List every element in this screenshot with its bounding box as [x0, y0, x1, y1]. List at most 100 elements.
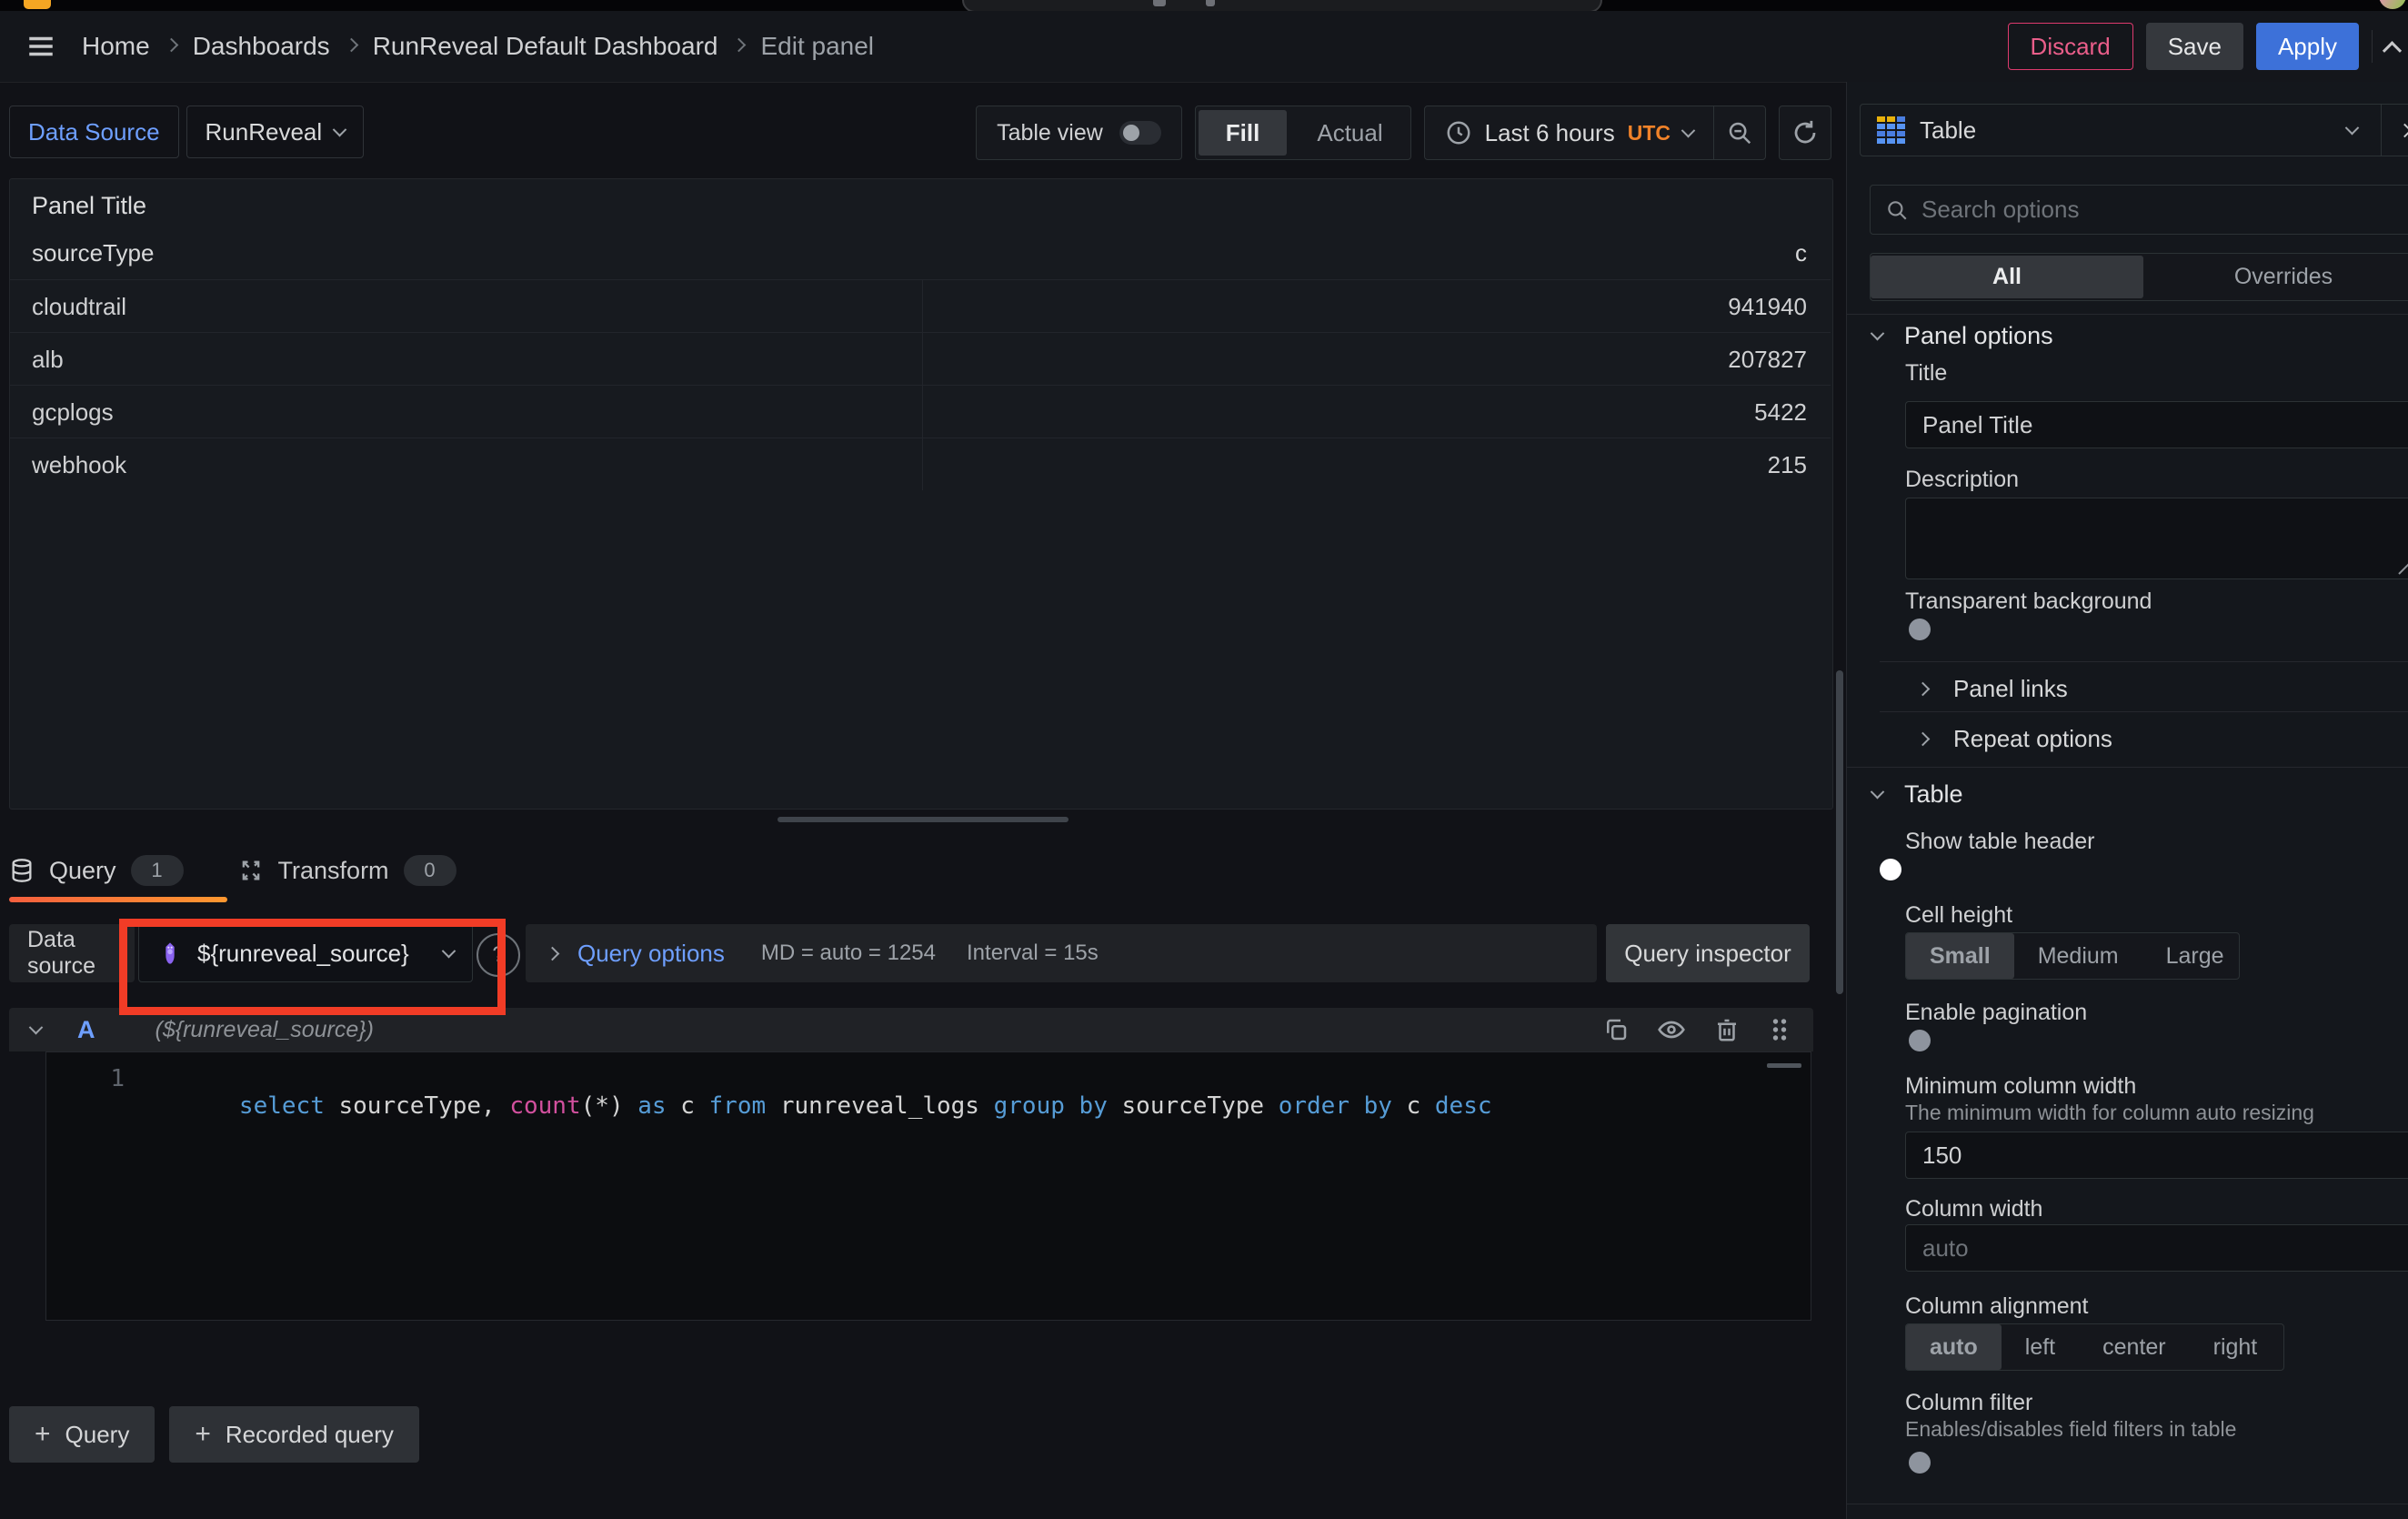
table-footer-section-header[interactable]: Table footer — [1872, 1515, 2032, 1519]
panel-title[interactable]: Panel Title — [32, 192, 146, 220]
datasource-help-icon[interactable]: ? — [477, 933, 520, 977]
interval-text: Interval = 15s — [967, 941, 1099, 966]
breadcrumb-separator — [166, 38, 176, 55]
time-range-picker: Last 6 hours UTC — [1424, 106, 1766, 160]
sql-token: order by — [1279, 1092, 1407, 1120]
navbar: Home Dashboards RunReveal Default Dashbo… — [0, 11, 2408, 83]
cell-sourcetype: gcplogs — [32, 386, 114, 438]
panel-links-section[interactable]: Panel links — [1918, 666, 2068, 711]
chevron-down-icon — [2345, 120, 2360, 135]
time-range-text: Last 6 hours — [1485, 119, 1615, 147]
search-input[interactable] — [1921, 187, 2358, 233]
refresh-icon[interactable] — [1779, 106, 1831, 160]
drag-query-grip-icon[interactable] — [1768, 1016, 1791, 1043]
template-var-picker[interactable]: RunReveal — [186, 106, 365, 158]
apply-button[interactable]: Apply — [2256, 23, 2359, 70]
cell-height-small[interactable]: Small — [1906, 933, 2014, 979]
menu-icon[interactable] — [25, 31, 56, 62]
min-column-width-input[interactable] — [1905, 1132, 2408, 1179]
query-datasource-label: Data source — [9, 924, 135, 982]
table-section-header[interactable]: Table — [1872, 779, 1963, 810]
template-var-label-text: Data Source — [28, 118, 160, 146]
runreveal-owl-icon — [157, 941, 183, 966]
chevron-down-icon — [1871, 784, 1885, 799]
hide-query-eye-icon[interactable] — [1657, 1015, 1686, 1044]
active-tab-underline — [9, 897, 227, 902]
line-number: 1 — [46, 1065, 125, 1092]
max-data-points-text: MD = auto = 1254 — [761, 941, 936, 966]
panel-title-input[interactable] — [1905, 401, 2408, 448]
align-left[interactable]: left — [2002, 1324, 2079, 1370]
tab-all[interactable]: All — [1871, 256, 2143, 298]
chevron-down-icon — [1681, 123, 1696, 137]
editor-resize-handle[interactable] — [1767, 1063, 1801, 1068]
query-inspector-button[interactable]: Query inspector — [1606, 924, 1810, 982]
save-button[interactable]: Save — [2146, 23, 2243, 70]
time-range-button[interactable]: Last 6 hours UTC — [1425, 119, 1713, 147]
column-alignment-segmented: auto left center right — [1905, 1323, 2284, 1371]
repeat-options-label: Repeat options — [1953, 725, 2112, 753]
sql-token: runreveal_logs — [780, 1092, 994, 1120]
table-header-row: sourceType c — [10, 226, 1831, 279]
viz-picker[interactable]: Table — [1860, 104, 2408, 156]
sql-token: sourceType — [1122, 1092, 1279, 1120]
panel-options-section-header[interactable]: Panel options — [1872, 320, 2053, 351]
query-datasource-picker[interactable]: ${runreveal_source} — [138, 924, 473, 982]
chevron-up-icon[interactable] — [2383, 41, 2402, 60]
options-search[interactable] — [1870, 185, 2408, 235]
fill-option[interactable]: Fill — [1199, 110, 1288, 156]
viz-name: Table — [1920, 116, 1976, 145]
table-view-toggle[interactable] — [1119, 121, 1161, 145]
query-ref-id[interactable]: A — [77, 1016, 95, 1044]
table-row: gcplogs 5422 — [10, 385, 1831, 438]
align-auto[interactable]: auto — [1906, 1324, 2002, 1370]
align-center[interactable]: center — [2079, 1324, 2189, 1370]
delete-query-trash-icon[interactable] — [1713, 1016, 1741, 1043]
table-row: alb 207827 — [10, 332, 1831, 386]
collapse-query-icon[interactable] — [29, 1020, 44, 1034]
show-table-header-label: Show table header — [1905, 829, 2094, 855]
cell-height-large[interactable]: Large — [2142, 933, 2248, 979]
add-query-button[interactable]: + Query — [9, 1406, 155, 1463]
breadcrumb: Home Dashboards RunReveal Default Dashbo… — [82, 32, 874, 61]
column-width-input[interactable] — [1905, 1224, 2408, 1272]
sql-token: group by — [994, 1092, 1122, 1120]
column-header-sourcetype[interactable]: sourceType — [32, 226, 154, 279]
table-row: webhook 215 — [10, 438, 1831, 491]
column-header-c[interactable]: c — [1795, 226, 1807, 279]
options-sidebar: Table All Overrides Panel options Title — [1846, 82, 2408, 1519]
sql-token: select — [239, 1092, 339, 1120]
chevron-right-icon — [1916, 731, 1931, 746]
breadcrumb-dashboards[interactable]: Dashboards — [193, 32, 330, 61]
breadcrumb-home[interactable]: Home — [82, 32, 150, 61]
tab-transform-label: Transform — [278, 857, 389, 885]
duplicate-query-icon[interactable] — [1602, 1016, 1630, 1043]
query-options-bar[interactable]: Query options MD = auto = 1254 Interval … — [526, 924, 1597, 982]
align-right[interactable]: right — [2190, 1324, 2282, 1370]
panel-resize-handle[interactable] — [778, 817, 1069, 822]
collapse-pane-icon[interactable] — [2398, 123, 2408, 137]
sql-token: ) — [609, 1092, 637, 1120]
sql-code-editor[interactable]: 1 select sourceType, count(*) as c from … — [45, 1051, 1811, 1321]
column-divider — [922, 279, 923, 490]
tab-overrides[interactable]: Overrides — [2143, 264, 2408, 290]
scrollbar-thumb[interactable] — [1836, 670, 1843, 994]
add-recorded-query-button[interactable]: + Recorded query — [169, 1406, 419, 1463]
cell-count: 215 — [1768, 438, 1807, 491]
tab-query-label: Query — [49, 857, 116, 885]
actual-option[interactable]: Actual — [1289, 119, 1410, 147]
transform-icon — [238, 858, 264, 883]
tab-transform[interactable]: Transform 0 — [238, 855, 457, 886]
address-bar-icon-fragment — [1153, 0, 1166, 6]
discard-button[interactable]: Discard — [2008, 23, 2133, 70]
cell-height-label: Cell height — [1905, 902, 2012, 929]
tab-query[interactable]: Query 1 — [9, 855, 184, 886]
cell-count: 941940 — [1728, 280, 1807, 333]
breadcrumb-dashboard-name[interactable]: RunReveal Default Dashboard — [373, 32, 718, 61]
description-textarea[interactable] — [1905, 498, 2408, 579]
panel-options-heading: Panel options — [1904, 322, 2053, 350]
zoom-out-icon[interactable] — [1714, 106, 1765, 159]
repeat-options-section[interactable]: Repeat options — [1918, 716, 2112, 761]
cell-height-medium[interactable]: Medium — [2014, 933, 2142, 979]
textarea-resize-corner[interactable] — [2397, 562, 2408, 575]
